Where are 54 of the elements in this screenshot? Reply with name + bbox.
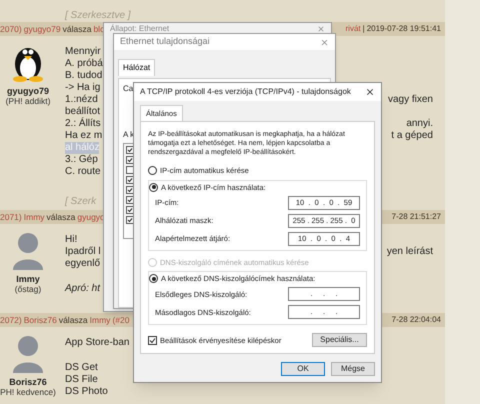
- window-title: Állapot: Ethernet: [110, 24, 170, 33]
- post-text: t a géped: [391, 130, 434, 142]
- post-text: yen leírást: [386, 246, 434, 258]
- header-text: válasza: [46, 210, 76, 224]
- header-text: 7-28 22:04:04: [392, 314, 441, 326]
- radio-button[interactable]: [148, 166, 157, 176]
- post-text: beállítot: [65, 106, 100, 117]
- post-text: Hi!: [65, 234, 78, 246]
- post-text: al hálóz: [65, 142, 100, 154]
- user-rank: PH! kedvence): [0, 387, 56, 397]
- username[interactable]: Immy: [16, 274, 40, 284]
- cancel-button[interactable]: Mégse: [331, 362, 375, 376]
- radio-button[interactable]: [149, 182, 158, 192]
- check-icon: [149, 336, 156, 344]
- panel-text: Ca: [123, 83, 134, 95]
- post-text: Ipadről l: [65, 246, 101, 258]
- post-text: A. próbá: [65, 58, 103, 70]
- user-rank: (PH! addikt): [6, 96, 50, 106]
- user-rank: (őstag): [14, 284, 42, 294]
- post-text: DS File: [65, 374, 98, 386]
- post-text: Ha ez m: [65, 130, 102, 142]
- header-text: 2019-07-28 19:51:41: [366, 23, 441, 35]
- edited-note: [ Szerkesztve ]: [65, 10, 131, 21]
- avatar-silhouette-icon: [11, 230, 45, 270]
- edited-note: [ Szerk: [65, 196, 96, 208]
- close-icon[interactable]: [365, 87, 375, 97]
- radio-button[interactable]: [149, 274, 158, 284]
- dialog-title: A TCP/IP protokoll 4-es verziója (TCP/IPv4) - tulajdonságok: [140, 86, 351, 98]
- username[interactable]: gyugyo79: [6, 86, 49, 96]
- post-text: App Store-ban: [65, 337, 130, 349]
- post-text: B. tudod: [65, 70, 102, 82]
- post-text: vagy fixen: [388, 94, 434, 106]
- avatar-silhouette-icon: [11, 333, 45, 373]
- header-text: válasza: [58, 314, 88, 326]
- post-text: egyenlő: [65, 258, 100, 270]
- post-text: -> Ha ig: [65, 82, 100, 94]
- post-text: Apró: ht: [65, 283, 100, 295]
- post-text: annyi.: [406, 118, 434, 130]
- advanced-button[interactable]: Speciális...: [312, 333, 367, 348]
- tab[interactable]: Hálózat: [118, 59, 156, 76]
- header-text: 7-28 21:51:27: [392, 211, 441, 223]
- post-text: Mennyir: [65, 46, 101, 58]
- post-text: C. route: [65, 166, 101, 178]
- ok-button[interactable]: OK: [281, 362, 325, 376]
- post-text: DS Get: [65, 362, 98, 374]
- window-title: Ethernet tulajdonságai: [120, 35, 210, 48]
- checkbox[interactable]: [148, 336, 157, 345]
- post-text: 2.: Állíts: [65, 118, 101, 130]
- post-text: 1.:nézd: [65, 94, 98, 106]
- username[interactable]: Borisz76: [9, 377, 47, 387]
- post-text: 3.: Gép: [65, 154, 98, 166]
- header-text: |: [362, 23, 365, 35]
- header-text: válasza: [62, 22, 92, 36]
- post-text: DS Photo: [65, 386, 108, 398]
